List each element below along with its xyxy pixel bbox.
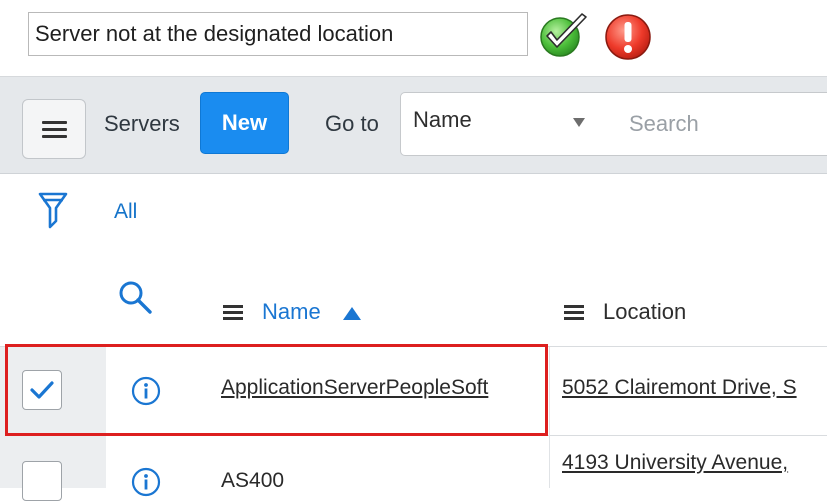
row-select-cell (0, 347, 106, 435)
column-search-icon[interactable] (116, 279, 156, 317)
server-name-link[interactable]: ApplicationServerPeopleSoft (221, 376, 488, 400)
green-check-icon[interactable] (538, 11, 590, 59)
checkmark-icon (30, 381, 54, 399)
list-title: Servers (104, 111, 180, 136)
field-select[interactable]: Name (400, 92, 610, 156)
info-icon[interactable] (131, 376, 161, 406)
name-column-menu-icon[interactable] (223, 305, 243, 321)
sort-ascending-icon[interactable] (343, 307, 361, 320)
goto-label: Go to (325, 111, 379, 136)
hamburger-menu-icon (42, 121, 67, 124)
row-select-cell (0, 435, 106, 501)
list-toolbar: Servers New Go to Name Search (0, 76, 827, 174)
info-icon[interactable] (131, 467, 161, 497)
row-checkbox[interactable] (22, 461, 62, 501)
server-name-link[interactable]: AS400 (221, 469, 284, 493)
row-checkbox[interactable] (22, 370, 62, 410)
server-location-link[interactable]: 5052 Clairemont Drive, S (562, 376, 797, 400)
hamburger-menu-button[interactable] (22, 99, 86, 159)
table-row[interactable]: AS400 4193 University Avenue, (0, 435, 827, 501)
column-header-location[interactable]: Location (603, 298, 686, 326)
table-row[interactable]: ApplicationServerPeopleSoft 5052 Clairem… (0, 346, 827, 436)
new-button[interactable]: New (200, 92, 289, 154)
field-select-value: Name (413, 107, 472, 132)
search-input[interactable]: Search (609, 92, 827, 156)
column-header-name[interactable]: Name (262, 298, 321, 326)
chevron-down-icon (573, 118, 585, 127)
server-location-link[interactable]: 4193 University Avenue, (562, 451, 788, 475)
location-column-menu-icon[interactable] (564, 305, 584, 321)
red-exclamation-icon[interactable] (603, 12, 653, 62)
funnel-icon[interactable] (38, 191, 68, 231)
note-field[interactable]: Server not at the designated location (28, 12, 528, 56)
breadcrumb-all[interactable]: All (114, 200, 137, 224)
